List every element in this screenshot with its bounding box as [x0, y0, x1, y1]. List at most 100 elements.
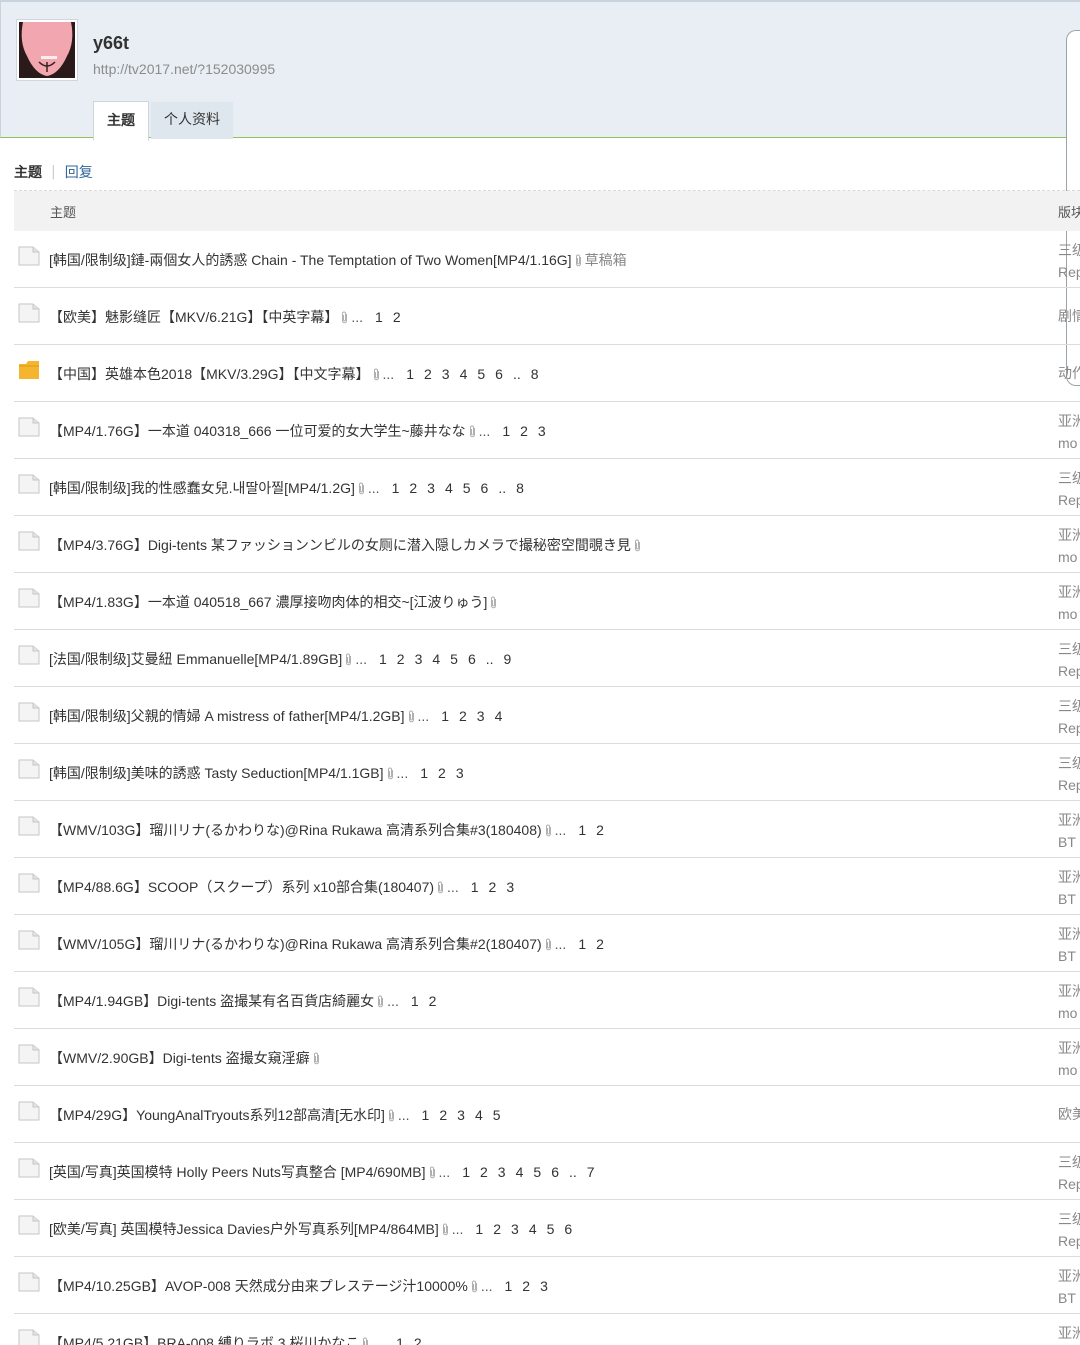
page-link[interactable]: 6 — [468, 651, 476, 667]
thread-title-link[interactable]: 【WMV/2.90GB】Digi-tents 盗撮女窺淫癖 — [49, 1050, 310, 1066]
page-link[interactable]: 1 — [392, 480, 400, 496]
subnav-topics[interactable]: 主题 — [14, 162, 42, 182]
page-link[interactable]: 3 — [456, 765, 464, 781]
page-link[interactable]: 6 — [551, 1164, 559, 1180]
page-link[interactable]: 3 — [477, 708, 485, 724]
thread-title-link[interactable]: 【MP4/3.76G】Digi-tents 某ファッションンビルの女厕に潜入隠し… — [49, 537, 631, 553]
subnav-replies[interactable]: 回复 — [65, 162, 93, 182]
page-link[interactable]: 9 — [504, 651, 512, 667]
page-link[interactable]: 6 — [495, 366, 503, 382]
thread-title-link[interactable]: 【MP4/10.25GB】AVOP-008 天然成分由来プレステージ汁10000… — [49, 1278, 468, 1294]
forum-link[interactable]: 剧情 — [1058, 305, 1080, 327]
page-link[interactable]: 1 — [578, 936, 586, 952]
page-link[interactable]: 2 — [459, 708, 467, 724]
page-link[interactable]: 3 — [457, 1107, 465, 1123]
forum-link[interactable]: 亚洲 — [1058, 1037, 1080, 1059]
page-link[interactable]: 2 — [596, 822, 604, 838]
page-link[interactable]: 1 — [420, 765, 428, 781]
page-link[interactable]: 3 — [506, 879, 514, 895]
page-link[interactable]: 2 — [424, 366, 432, 382]
forum-link[interactable]: 亚洲 — [1058, 524, 1080, 546]
page-link[interactable]: 1 — [422, 1107, 430, 1123]
page-link[interactable]: 3 — [540, 1278, 548, 1294]
thread-title-link[interactable]: [法国/限制级]艾曼紐 Emmanuelle[MP4/1.89GB] — [49, 651, 342, 667]
thread-title-link[interactable]: 【MP4/5.21GB】BRA-008 縛りラボ 3 桜川かなこ — [49, 1335, 359, 1345]
tab-profile[interactable]: 个人资料 — [151, 102, 233, 139]
page-link[interactable]: 1 — [406, 366, 414, 382]
user-url[interactable]: http://tv2017.net/?152030995 — [93, 61, 275, 77]
forum-link[interactable]: 亚洲 — [1058, 866, 1080, 888]
thread-title-link[interactable]: 【MP4/88.6G】SCOOP（スクープ）系列 x10部合集(180407) — [49, 879, 434, 895]
page-link[interactable]: 2 — [397, 651, 405, 667]
thread-title-link[interactable]: 【MP4/1.83G】一本道 040518_667 濃厚接吻肉体的相交~[江波り… — [49, 594, 487, 610]
forum-link[interactable]: 三级 — [1058, 1151, 1080, 1173]
page-link[interactable]: 7 — [587, 1164, 595, 1180]
page-link[interactable]: 8 — [516, 480, 524, 496]
page-link[interactable]: 1 — [396, 1335, 404, 1345]
page-link[interactable]: 6 — [564, 1221, 572, 1237]
page-link[interactable]: 4 — [475, 1107, 483, 1123]
forum-link[interactable]: 三级 — [1058, 239, 1080, 261]
page-link[interactable]: 1 — [441, 708, 449, 724]
thread-title-link[interactable]: [韩国/限制级]鏈-兩個女人的誘惑 Chain - The Temptation… — [49, 252, 572, 268]
page-link[interactable]: 5 — [533, 1164, 541, 1180]
page-link[interactable]: 2 — [493, 1221, 501, 1237]
page-link[interactable]: 1 — [411, 993, 419, 1009]
page-link[interactable]: 2 — [480, 1164, 488, 1180]
page-link[interactable]: 2 — [414, 1335, 422, 1345]
forum-link[interactable]: 三级 — [1058, 695, 1080, 717]
thread-title-link[interactable]: 【WMV/103G】瑠川リナ(るかわりな)@Rina Rukawa 高清系列合集… — [49, 822, 542, 838]
page-link[interactable]: 1 — [471, 879, 479, 895]
page-link[interactable]: 5 — [450, 651, 458, 667]
page-link[interactable]: 2 — [522, 1278, 530, 1294]
thread-title-link[interactable]: [欧美/写真] 英国模特Jessica Davies户外写真系列[MP4/864… — [49, 1221, 439, 1237]
page-link[interactable]: 2 — [489, 879, 497, 895]
page-link[interactable]: 4 — [529, 1221, 537, 1237]
forum-link[interactable]: 三级 — [1058, 467, 1080, 489]
forum-link[interactable]: 三级 — [1058, 638, 1080, 660]
page-link[interactable]: 5 — [463, 480, 471, 496]
page-link[interactable]: 6 — [481, 480, 489, 496]
page-link[interactable]: 1 — [462, 1164, 470, 1180]
page-link[interactable]: 3 — [427, 480, 435, 496]
page-link[interactable]: 1 — [578, 822, 586, 838]
forum-link[interactable]: 亚洲 — [1058, 980, 1080, 1002]
page-link[interactable]: 4 — [460, 366, 468, 382]
page-link[interactable]: 2 — [596, 936, 604, 952]
thread-title-link[interactable]: [韩国/限制级]美味的誘惑 Tasty Seduction[MP4/1.1GB] — [49, 765, 384, 781]
forum-link[interactable]: 三级 — [1058, 1208, 1080, 1230]
page-link[interactable]: 1 — [379, 651, 387, 667]
thread-title-link[interactable]: 【欧美】魅影缝匠【MKV/6.21G】【中英字幕】 — [49, 309, 338, 325]
thread-title-link[interactable]: 【MP4/29G】YoungAnalTryouts系列12部高清[无水印] — [49, 1107, 385, 1123]
page-link[interactable]: 4 — [516, 1164, 524, 1180]
page-link[interactable]: 8 — [531, 366, 539, 382]
page-link[interactable]: 1 — [475, 1221, 483, 1237]
forum-link[interactable]: 亚洲 — [1058, 923, 1080, 945]
tab-topics[interactable]: 主题 — [93, 101, 149, 141]
page-link[interactable]: 3 — [538, 423, 546, 439]
forum-link[interactable]: 亚洲 — [1058, 809, 1080, 831]
page-link[interactable]: 2 — [439, 1107, 447, 1123]
forum-link[interactable]: 亚洲 — [1058, 1322, 1080, 1344]
thread-title-link[interactable]: [韩国/限制级]父親的情婦 A mistress of father[MP4/1… — [49, 708, 405, 724]
page-link[interactable]: 4 — [445, 480, 453, 496]
forum-link[interactable]: 亚洲 — [1058, 581, 1080, 603]
page-link[interactable]: 4 — [495, 708, 503, 724]
page-link[interactable]: 5 — [493, 1107, 501, 1123]
forum-link[interactable]: 亚洲 — [1058, 410, 1080, 432]
thread-title-link[interactable]: [英国/写真]英国模特 Holly Peers Nuts写真整合 [MP4/69… — [49, 1164, 426, 1180]
page-link[interactable]: 2 — [429, 993, 437, 1009]
thread-title-link[interactable]: 【中国】英雄本色2018【MKV/3.29G】【中文字幕】 — [49, 366, 370, 382]
page-link[interactable]: 3 — [511, 1221, 519, 1237]
forum-link[interactable]: 三级 — [1058, 752, 1080, 774]
forum-link[interactable]: 动作 — [1058, 362, 1080, 384]
page-link[interactable]: 3 — [498, 1164, 506, 1180]
page-link[interactable]: 2 — [520, 423, 528, 439]
page-link[interactable]: 2 — [393, 309, 401, 325]
page-link[interactable]: 5 — [547, 1221, 555, 1237]
thread-title-link[interactable]: 【MP4/1.76G】一本道 040318_666 一位可爱的女大学生~藤井なな — [49, 423, 466, 439]
page-link[interactable]: 1 — [375, 309, 383, 325]
page-link[interactable]: 5 — [477, 366, 485, 382]
page-link[interactable]: 2 — [438, 765, 446, 781]
page-link[interactable]: 3 — [442, 366, 450, 382]
